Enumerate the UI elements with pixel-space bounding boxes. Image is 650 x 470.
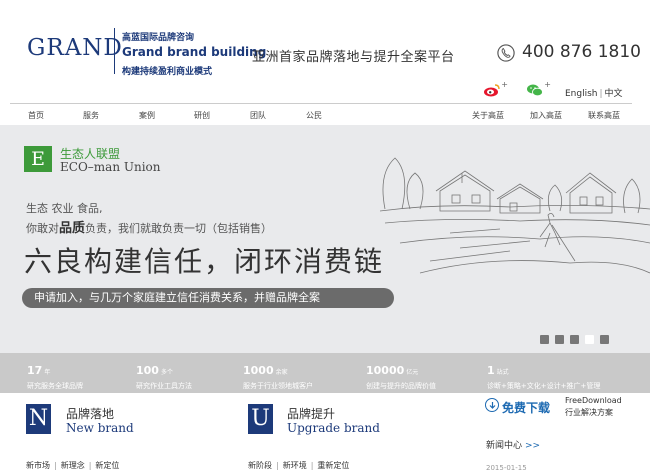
news-center-title: 新闻中心 [486, 441, 523, 451]
link-new-concept[interactable]: 新理念 [61, 461, 85, 470]
free-download-desc: 行业解决方案 [565, 408, 613, 417]
stat-description: 研究作业工具方法 [136, 382, 192, 390]
upgrade-brand-title-cn[interactable]: 品牌提升 [287, 405, 335, 422]
hero-subtitle-2-emph: 品质 [59, 221, 86, 236]
nav-item-services[interactable]: 服务 [83, 110, 99, 121]
phone-icon [497, 44, 515, 62]
download-icon[interactable] [485, 398, 499, 412]
lang-chinese-link[interactable]: 中文 [605, 89, 623, 99]
stat-unit: 多个 [160, 369, 173, 376]
language-switch: English | 中文 [565, 89, 623, 99]
nav-item-citizen[interactable]: 公民 [306, 110, 322, 121]
link-new-stage[interactable]: 新阶段 [248, 461, 272, 470]
nav-item-join[interactable]: 加入高蓝 [530, 110, 562, 121]
logo-tagline-cn: 高蓝国际品牌咨询 [122, 33, 195, 43]
slider-dot-5[interactable] [600, 335, 609, 344]
slider-dot-2[interactable] [555, 335, 564, 344]
stat-unit: 站式 [496, 369, 509, 376]
stat-description: 研究服务全球品牌 [27, 382, 83, 390]
nav-item-team[interactable]: 团队 [250, 110, 266, 121]
slider-dot-1[interactable] [540, 335, 549, 344]
new-brand-title-cn[interactable]: 品牌落地 [66, 405, 114, 422]
news-date: 2015-01-15 [486, 464, 527, 470]
main-nav: 首页 服务 案例 研创 团队 公民 关于高蓝 加入高蓝 联系高蓝 [10, 103, 632, 125]
new-brand-title-en[interactable]: New brand [66, 421, 134, 435]
new-brand-letter-icon: N [26, 404, 51, 434]
nav-item-cases[interactable]: 案例 [139, 110, 155, 121]
slider-dot-3[interactable] [570, 335, 579, 344]
free-download-en: FreeDownload [565, 396, 622, 405]
eco-badge-letter: E [24, 146, 52, 172]
stat-clients: 1000 余家 服务于行业领地城客户 [243, 359, 313, 391]
stat-unit: 亿元 [406, 369, 419, 376]
hero-cta-button[interactable]: 申请加入，与几万个家庭建立信任消费关系，并赠品牌全案 [22, 288, 394, 308]
new-brand-links: 新市场 | 新理念 | 新定位 [26, 461, 120, 470]
hero-headline: 六良构建信任，闭环消费链 [24, 245, 385, 278]
hero-subtitle-2c: 负责，我们就敢负责一切（包括销售） [85, 222, 273, 235]
link-new-market[interactable]: 新市场 [26, 461, 50, 470]
stat-number: 1 [487, 364, 495, 377]
lang-english-link[interactable]: English [565, 89, 598, 99]
link-new-positioning[interactable]: 新定位 [95, 461, 119, 470]
stat-tools: 100 多个 研究作业工具方法 [136, 359, 192, 391]
news-center-heading[interactable]: 新闻中心 >> [486, 438, 540, 451]
nav-item-home[interactable]: 首页 [28, 110, 44, 121]
eco-badge-title-en: ECO–man Union [60, 160, 161, 174]
stat-description: 创建与提升的品牌价值 [366, 382, 436, 390]
logo-divider [114, 28, 115, 74]
news-more-arrow[interactable]: >> [525, 441, 540, 451]
link-repositioning[interactable]: 重新定位 [317, 461, 349, 470]
hero-subtitle-2a: 你敢对 [26, 222, 59, 235]
hero-subtitle-2: 你敢对品质负责，我们就敢负责一切（包括销售） [26, 217, 272, 236]
wechat-icon[interactable]: + [526, 80, 551, 97]
stat-years: 17 年 研究服务全球品牌 [27, 359, 83, 391]
stat-number: 17 [27, 364, 43, 377]
slider-dot-4[interactable] [585, 335, 594, 344]
stat-value: 10000 亿元 创建与提升的品牌价值 [366, 359, 436, 391]
upgrade-brand-links: 新阶段 | 新环境 | 重新定位 [248, 461, 350, 470]
stat-one-stop: 1 站式 诊断+策略+文化+设计+推广+管理 [487, 359, 600, 391]
nav-item-about[interactable]: 关于高蓝 [472, 110, 504, 121]
header-slogan: 亚洲首家品牌落地与提升全案平台 [252, 50, 455, 65]
logo-wordmark[interactable]: GRAND [27, 35, 123, 61]
upgrade-brand-title-en[interactable]: Upgrade brand [287, 421, 380, 435]
stats-band: 17 年 研究服务全球品牌 100 多个 研究作业工具方法 1000 余家 服务于行业… [0, 353, 650, 393]
logo-subtagline-cn: 构建持续盈利商业模式 [122, 67, 213, 77]
stat-description: 服务于行业领地城客户 [243, 382, 313, 390]
hero-banner[interactable]: E 生态人联盟 ECO–man Union 生态 农业 食品, 你敢对品质负责，… [0, 125, 650, 353]
free-download-link[interactable]: 免费下载 [502, 399, 550, 416]
stat-description: 诊断+策略+文化+设计+推广+管理 [487, 382, 601, 390]
stat-number: 1000 [243, 364, 274, 377]
stat-unit: 年 [44, 369, 51, 376]
stat-number: 100 [136, 364, 159, 377]
nav-item-research[interactable]: 研创 [194, 110, 210, 121]
hero-subtitle-1: 生态 农业 食品, [26, 202, 103, 215]
phone-number: 400 876 1810 [522, 42, 641, 62]
upgrade-brand-letter-icon: U [248, 404, 273, 434]
logo-tagline-en: Grand brand building [122, 45, 267, 59]
page: GRAND 高蓝国际品牌咨询 Grand brand building 构建持续… [0, 0, 650, 470]
stat-unit: 余家 [275, 369, 288, 376]
stat-number: 10000 [366, 364, 405, 377]
link-new-environment[interactable]: 新环境 [283, 461, 307, 470]
farmhouse-illustration [380, 157, 650, 274]
weibo-icon[interactable]: + [483, 80, 508, 97]
nav-item-contact[interactable]: 联系高蓝 [588, 110, 620, 121]
